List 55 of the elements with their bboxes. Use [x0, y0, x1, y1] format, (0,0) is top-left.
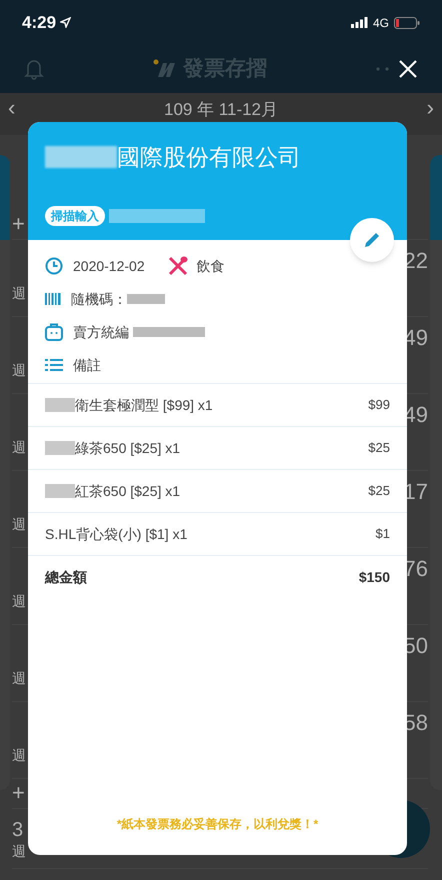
item-name: 紅茶650 [$25] x1	[75, 482, 180, 501]
row-label: 週	[12, 361, 26, 380]
seller-id-label: 賣方統編	[73, 322, 129, 342]
redaction-block	[133, 327, 205, 337]
item-name: 綠茶650 [$25] x1	[75, 438, 180, 458]
redaction-block	[127, 294, 165, 304]
signal-icon	[350, 17, 368, 28]
row-label: 週	[12, 669, 26, 688]
item-name: 衛生套極潤型 [$99] x1	[75, 396, 213, 415]
clock-icon	[45, 257, 63, 275]
item-name: S.HL背心袋(小) [$1] x1	[45, 524, 188, 544]
clock-time: 4:29	[22, 12, 56, 34]
pencil-icon	[362, 230, 382, 250]
row-amount: 76	[404, 555, 428, 583]
barcode-icon	[45, 293, 61, 305]
fork-spoon-icon	[166, 255, 189, 277]
total-amount: $150	[358, 568, 390, 587]
network-type: 4G	[372, 14, 389, 32]
random-code-label: 隨機碼：	[71, 290, 127, 308]
invoice-date: 2020-12-02	[73, 256, 145, 276]
plus-sign: +	[12, 779, 25, 807]
source-badge: 掃描輸入	[45, 206, 105, 226]
battery-icon	[394, 16, 420, 28]
edit-button[interactable]	[350, 218, 394, 262]
row-label: 週	[12, 592, 26, 611]
close-icon	[398, 59, 418, 79]
row-label: 週	[12, 746, 26, 765]
item-price: $25	[368, 482, 390, 500]
footer-note: *紙本發票務必妥善保存，以利兌獎！*	[116, 816, 318, 833]
period-label: 109 年 11-12月	[164, 99, 278, 121]
redaction-block	[45, 398, 75, 412]
category-label: 飲食	[196, 256, 225, 276]
redaction-block	[45, 441, 75, 455]
close-button[interactable]	[398, 59, 418, 79]
seller-name: 國際股份有限公司	[117, 143, 301, 172]
plus-sign: +	[12, 210, 25, 238]
redaction-block	[45, 146, 117, 168]
list-icon	[45, 358, 63, 372]
location-arrow-icon	[60, 17, 72, 28]
row-label: 週	[12, 438, 26, 457]
previous-period-button[interactable]: ‹	[8, 97, 16, 119]
item-price: $99	[368, 396, 390, 414]
bell-icon	[24, 58, 44, 80]
dots-icon	[376, 67, 390, 71]
row-label: 週	[12, 842, 26, 861]
row-label: 週	[12, 284, 26, 303]
next-period-button[interactable]: ›	[426, 97, 434, 119]
total-label: 總金額	[45, 568, 87, 587]
note-label: 備註	[73, 356, 101, 374]
row-label: 週	[12, 515, 26, 534]
item-price: $1	[376, 525, 390, 544]
redaction-block	[45, 484, 75, 498]
bag-icon	[45, 323, 63, 341]
row-number: 3	[12, 819, 24, 841]
item-price: $25	[368, 439, 390, 458]
